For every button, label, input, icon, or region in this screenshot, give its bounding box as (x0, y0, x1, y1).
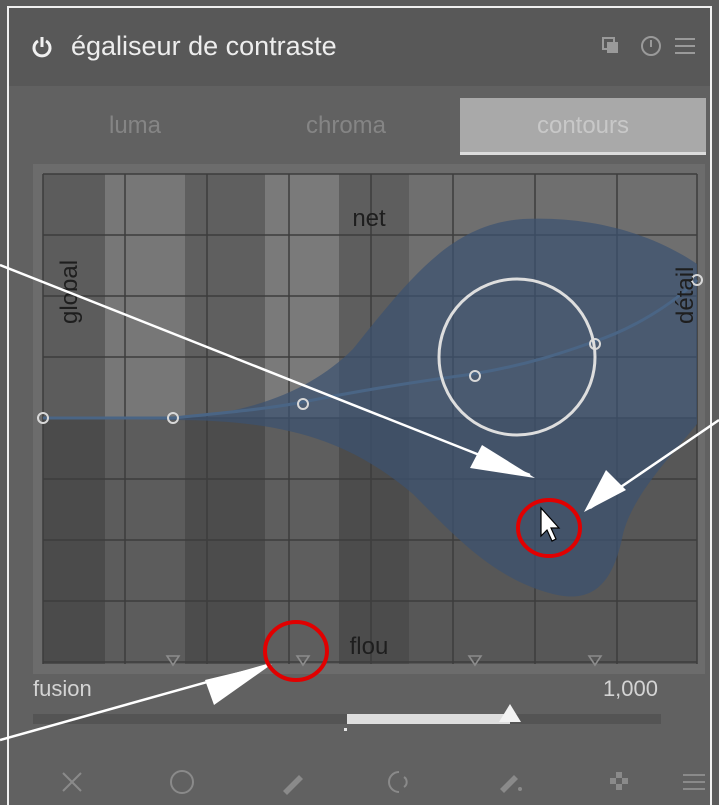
menu-icon[interactable] (679, 767, 709, 797)
graph-label-left: global (56, 260, 83, 324)
equalizer-graph[interactable]: net flou global détail (33, 164, 705, 674)
tab-contours[interactable]: contours (460, 98, 706, 155)
active-tab-indicator (460, 152, 706, 155)
brush-icon[interactable] (277, 767, 307, 797)
presets-menu-icon[interactable] (673, 34, 697, 58)
power-icon[interactable] (31, 36, 53, 58)
tab-label: chroma (305, 112, 387, 139)
mask-toolbar (9, 753, 710, 805)
circle-mask-icon[interactable] (167, 767, 197, 797)
tab-label: luma (108, 112, 162, 139)
drawn-parametric-icon[interactable] (495, 767, 525, 797)
equalizer-curve-area[interactable]: net flou global détail (33, 164, 705, 674)
fusion-slider-thumb[interactable] (499, 704, 521, 722)
tab-bar: luma chroma contours (9, 98, 710, 155)
gradient-mask-icon[interactable] (387, 767, 417, 797)
graph-label-top: net (352, 205, 386, 232)
tab-label: contours (536, 112, 630, 139)
reset-icon[interactable] (639, 34, 663, 58)
module-header[interactable]: égaliseur de contraste (9, 8, 710, 86)
slider-default-marker (344, 728, 347, 731)
fusion-value: 1,000 (602, 676, 658, 701)
tab-luma[interactable]: luma (35, 98, 235, 152)
graph-label-right: détail (672, 267, 699, 324)
fusion-slider[interactable] (33, 704, 661, 724)
fusion-slider-fill (347, 714, 510, 724)
fusion-label: fusion (33, 676, 92, 701)
multi-instance-icon[interactable] (599, 34, 623, 58)
mask-pattern-icon[interactable] (605, 767, 635, 797)
tab-chroma[interactable]: chroma (246, 98, 446, 152)
close-icon[interactable] (57, 767, 87, 797)
module-title: égaliseur de contraste (71, 31, 337, 61)
graph-label-bottom: flou (350, 633, 389, 660)
contrast-equalizer-module: égaliseur de contraste luma chroma conto… (7, 6, 712, 805)
